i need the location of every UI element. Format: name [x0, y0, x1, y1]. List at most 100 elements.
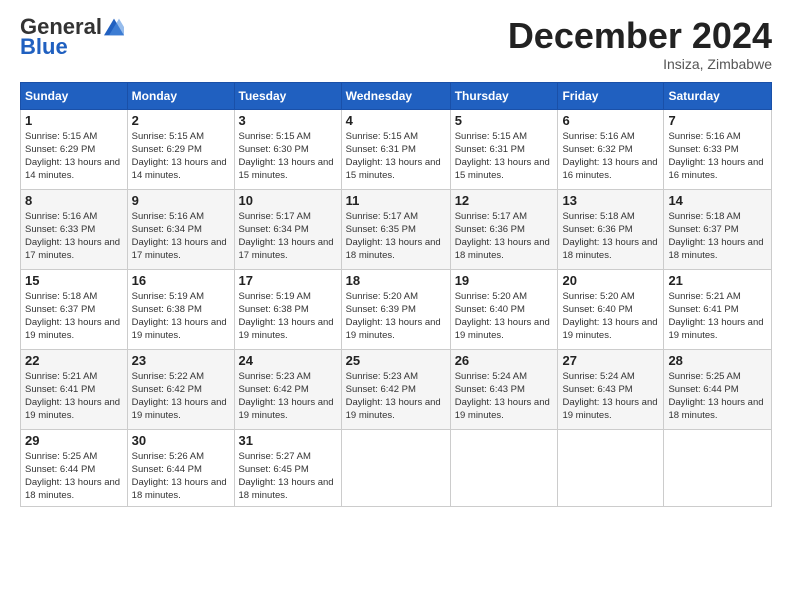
calendar-cell: [341, 429, 450, 506]
day-info: Sunrise: 5:16 AM Sunset: 6:32 PM Dayligh…: [562, 130, 659, 183]
daylight: Daylight: 13 hours and 18 minutes.: [668, 397, 763, 421]
daylight: Daylight: 13 hours and 19 minutes.: [132, 397, 227, 421]
calendar-week-3: 15 Sunrise: 5:18 AM Sunset: 6:37 PM Dayl…: [21, 269, 772, 349]
calendar-cell: 10 Sunrise: 5:17 AM Sunset: 6:34 PM Dayl…: [234, 189, 341, 269]
calendar-cell: 11 Sunrise: 5:17 AM Sunset: 6:35 PM Dayl…: [341, 189, 450, 269]
calendar-header-wednesday: Wednesday: [341, 82, 450, 109]
day-number: 24: [239, 353, 337, 368]
day-number: 19: [455, 273, 554, 288]
logo-icon: [104, 17, 124, 37]
sunset: Sunset: 6:41 PM: [668, 304, 738, 315]
sunrise: Sunrise: 5:20 AM: [455, 291, 527, 302]
daylight: Daylight: 13 hours and 18 minutes.: [346, 237, 441, 261]
calendar-cell: 31 Sunrise: 5:27 AM Sunset: 6:45 PM Dayl…: [234, 429, 341, 506]
calendar-cell: 4 Sunrise: 5:15 AM Sunset: 6:31 PM Dayli…: [341, 109, 450, 189]
sunset: Sunset: 6:33 PM: [668, 144, 738, 155]
daylight: Daylight: 13 hours and 19 minutes.: [239, 317, 334, 341]
calendar-cell: [450, 429, 558, 506]
sunset: Sunset: 6:30 PM: [239, 144, 309, 155]
day-info: Sunrise: 5:15 AM Sunset: 6:29 PM Dayligh…: [25, 130, 123, 183]
day-number: 13: [562, 193, 659, 208]
day-number: 6: [562, 113, 659, 128]
calendar-cell: 19 Sunrise: 5:20 AM Sunset: 6:40 PM Dayl…: [450, 269, 558, 349]
sunset: Sunset: 6:34 PM: [239, 224, 309, 235]
day-info: Sunrise: 5:18 AM Sunset: 6:36 PM Dayligh…: [562, 210, 659, 263]
daylight: Daylight: 13 hours and 14 minutes.: [25, 157, 120, 181]
day-info: Sunrise: 5:27 AM Sunset: 6:45 PM Dayligh…: [239, 450, 337, 503]
day-number: 25: [346, 353, 446, 368]
calendar-cell: 1 Sunrise: 5:15 AM Sunset: 6:29 PM Dayli…: [21, 109, 128, 189]
day-info: Sunrise: 5:16 AM Sunset: 6:33 PM Dayligh…: [25, 210, 123, 263]
daylight: Daylight: 13 hours and 18 minutes.: [132, 477, 227, 501]
sunrise: Sunrise: 5:15 AM: [346, 131, 418, 142]
daylight: Daylight: 13 hours and 19 minutes.: [25, 397, 120, 421]
daylight: Daylight: 13 hours and 19 minutes.: [346, 317, 441, 341]
daylight: Daylight: 13 hours and 19 minutes.: [562, 317, 657, 341]
day-number: 30: [132, 433, 230, 448]
day-info: Sunrise: 5:26 AM Sunset: 6:44 PM Dayligh…: [132, 450, 230, 503]
calendar-header-monday: Monday: [127, 82, 234, 109]
calendar-header-row: SundayMondayTuesdayWednesdayThursdayFrid…: [21, 82, 772, 109]
sunset: Sunset: 6:34 PM: [132, 224, 202, 235]
sunrise: Sunrise: 5:24 AM: [562, 371, 634, 382]
sunrise: Sunrise: 5:24 AM: [455, 371, 527, 382]
day-number: 4: [346, 113, 446, 128]
calendar-header-tuesday: Tuesday: [234, 82, 341, 109]
sunrise: Sunrise: 5:19 AM: [132, 291, 204, 302]
calendar-cell: 25 Sunrise: 5:23 AM Sunset: 6:42 PM Dayl…: [341, 349, 450, 429]
calendar-week-4: 22 Sunrise: 5:21 AM Sunset: 6:41 PM Dayl…: [21, 349, 772, 429]
day-info: Sunrise: 5:18 AM Sunset: 6:37 PM Dayligh…: [25, 290, 123, 343]
location: Insiza, Zimbabwe: [508, 56, 772, 72]
sunrise: Sunrise: 5:17 AM: [455, 211, 527, 222]
calendar-cell: [558, 429, 664, 506]
calendar-cell: 2 Sunrise: 5:15 AM Sunset: 6:29 PM Dayli…: [127, 109, 234, 189]
sunrise: Sunrise: 5:18 AM: [668, 211, 740, 222]
sunset: Sunset: 6:32 PM: [562, 144, 632, 155]
day-info: Sunrise: 5:20 AM Sunset: 6:40 PM Dayligh…: [562, 290, 659, 343]
calendar-cell: 9 Sunrise: 5:16 AM Sunset: 6:34 PM Dayli…: [127, 189, 234, 269]
sunset: Sunset: 6:37 PM: [25, 304, 95, 315]
day-number: 23: [132, 353, 230, 368]
day-number: 10: [239, 193, 337, 208]
day-number: 2: [132, 113, 230, 128]
daylight: Daylight: 13 hours and 19 minutes.: [668, 317, 763, 341]
day-info: Sunrise: 5:25 AM Sunset: 6:44 PM Dayligh…: [668, 370, 767, 423]
daylight: Daylight: 13 hours and 18 minutes.: [239, 477, 334, 501]
calendar-cell: 27 Sunrise: 5:24 AM Sunset: 6:43 PM Dayl…: [558, 349, 664, 429]
sunset: Sunset: 6:44 PM: [25, 464, 95, 475]
day-number: 5: [455, 113, 554, 128]
sunrise: Sunrise: 5:27 AM: [239, 451, 311, 462]
sunrise: Sunrise: 5:17 AM: [346, 211, 418, 222]
calendar-cell: 7 Sunrise: 5:16 AM Sunset: 6:33 PM Dayli…: [664, 109, 772, 189]
daylight: Daylight: 13 hours and 15 minutes.: [239, 157, 334, 181]
daylight: Daylight: 13 hours and 17 minutes.: [132, 237, 227, 261]
day-info: Sunrise: 5:16 AM Sunset: 6:34 PM Dayligh…: [132, 210, 230, 263]
sunset: Sunset: 6:40 PM: [455, 304, 525, 315]
calendar-cell: 20 Sunrise: 5:20 AM Sunset: 6:40 PM Dayl…: [558, 269, 664, 349]
sunrise: Sunrise: 5:17 AM: [239, 211, 311, 222]
daylight: Daylight: 13 hours and 17 minutes.: [25, 237, 120, 261]
sunset: Sunset: 6:33 PM: [25, 224, 95, 235]
calendar-cell: 3 Sunrise: 5:15 AM Sunset: 6:30 PM Dayli…: [234, 109, 341, 189]
sunset: Sunset: 6:44 PM: [132, 464, 202, 475]
calendar-week-2: 8 Sunrise: 5:16 AM Sunset: 6:33 PM Dayli…: [21, 189, 772, 269]
sunset: Sunset: 6:31 PM: [455, 144, 525, 155]
day-info: Sunrise: 5:25 AM Sunset: 6:44 PM Dayligh…: [25, 450, 123, 503]
daylight: Daylight: 13 hours and 19 minutes.: [562, 397, 657, 421]
day-info: Sunrise: 5:21 AM Sunset: 6:41 PM Dayligh…: [668, 290, 767, 343]
title-section: December 2024 Insiza, Zimbabwe: [508, 16, 772, 72]
calendar-cell: 26 Sunrise: 5:24 AM Sunset: 6:43 PM Dayl…: [450, 349, 558, 429]
sunrise: Sunrise: 5:21 AM: [668, 291, 740, 302]
calendar-cell: 13 Sunrise: 5:18 AM Sunset: 6:36 PM Dayl…: [558, 189, 664, 269]
sunset: Sunset: 6:38 PM: [239, 304, 309, 315]
calendar-cell: 15 Sunrise: 5:18 AM Sunset: 6:37 PM Dayl…: [21, 269, 128, 349]
calendar-cell: 16 Sunrise: 5:19 AM Sunset: 6:38 PM Dayl…: [127, 269, 234, 349]
daylight: Daylight: 13 hours and 18 minutes.: [455, 237, 550, 261]
day-info: Sunrise: 5:15 AM Sunset: 6:31 PM Dayligh…: [455, 130, 554, 183]
sunset: Sunset: 6:37 PM: [668, 224, 738, 235]
calendar-cell: 23 Sunrise: 5:22 AM Sunset: 6:42 PM Dayl…: [127, 349, 234, 429]
sunrise: Sunrise: 5:26 AM: [132, 451, 204, 462]
sunrise: Sunrise: 5:22 AM: [132, 371, 204, 382]
sunset: Sunset: 6:31 PM: [346, 144, 416, 155]
day-info: Sunrise: 5:20 AM Sunset: 6:39 PM Dayligh…: [346, 290, 446, 343]
